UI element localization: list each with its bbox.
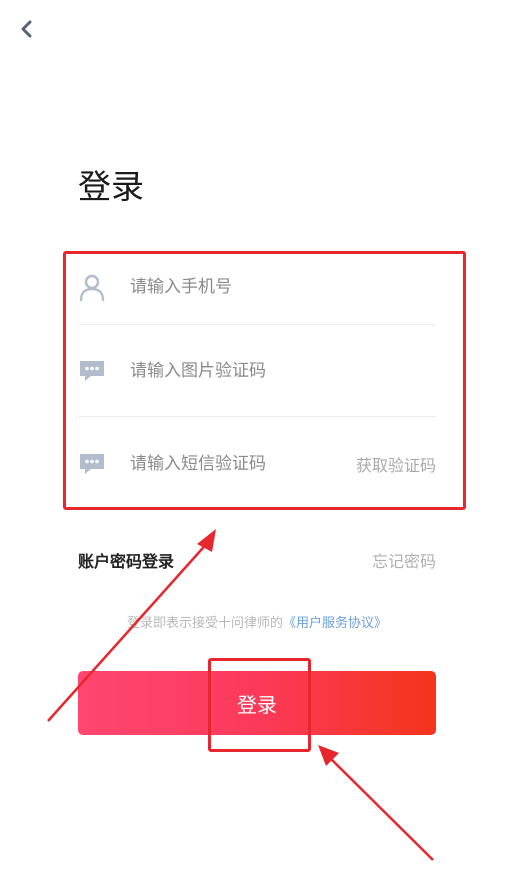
login-links: 账户密码登录 忘记密码 (78, 548, 436, 572)
annotation-arrow-line (325, 753, 434, 861)
chevron-left-icon (21, 20, 32, 38)
annotation-arrowhead (318, 745, 339, 766)
agreement-prefix: 登录即表示接受十问律师的 (126, 616, 283, 631)
user-agreement-link[interactable]: 《用户服务协议》 (283, 616, 387, 631)
agreement-text: 登录即表示接受十问律师的《用户服务协议》 (0, 612, 514, 631)
page-title: 登录 (78, 167, 144, 206)
forgot-password-link[interactable]: 忘记密码 (372, 548, 436, 572)
annotation-box-button (208, 658, 311, 752)
back-button[interactable] (14, 16, 40, 42)
password-login-link[interactable]: 账户密码登录 (78, 548, 174, 572)
annotation-box-form (63, 251, 466, 510)
